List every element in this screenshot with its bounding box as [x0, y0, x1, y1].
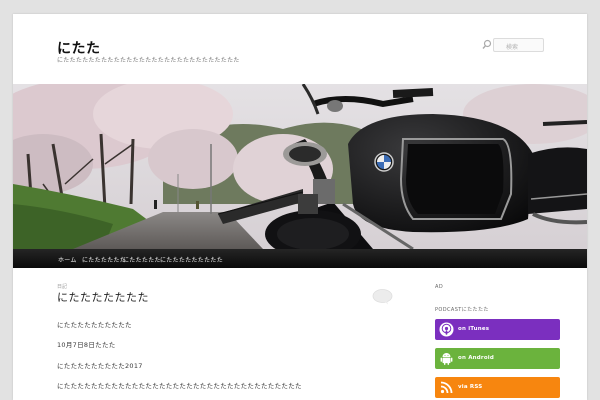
podcast-rss-label: via RSS [458, 384, 483, 390]
podcast-rss-button[interactable]: via RSS [435, 377, 560, 398]
post-title[interactable]: にたたたたたたた [57, 289, 149, 305]
comment-bubble-icon[interactable] [372, 289, 393, 305]
post-paragraph: にたたたたたたたたたたたたたたたたたたたたたたたたたたたたたたたたたたた [57, 382, 302, 390]
rss-icon [440, 381, 453, 394]
nav-item-3[interactable]: にたたたたた [123, 255, 161, 264]
podcast-itunes-button[interactable]: on iTunes [435, 319, 560, 340]
main-navigation: ホーム にたたたたたた にたたたたた にたたたたたたたたた [13, 249, 587, 268]
podcast-android-label: on Android [458, 355, 495, 361]
site-description: にたたたたたたたたたたたたたたたたたたたたたたたたたたたた [57, 57, 240, 64]
search-placeholder: 検索 [506, 44, 519, 51]
post-paragraph: 10月7日8日たたた [57, 341, 116, 349]
podcast-itunes-label: on iTunes [458, 326, 490, 332]
search-icon [482, 39, 492, 49]
nav-item-2[interactable]: にたたたたたた [82, 255, 126, 264]
nav-item-4[interactable]: にたたたたたたたたた [160, 255, 223, 264]
page-container: にたた にたたたたたたたたたたたたたたたたたたたたたたたたたたたた 検索 ホーム… [13, 14, 587, 400]
podcast-icon [439, 322, 454, 337]
post-paragraph: にたたたたたたたたた2017 [57, 362, 143, 370]
post-paragraph: にたたたたたたたたたた [57, 321, 132, 329]
search-input[interactable]: 検索 [482, 38, 544, 52]
sidebar-ad-heading: AD [435, 284, 444, 290]
header-banner-image [13, 84, 587, 249]
android-icon [440, 353, 453, 365]
nav-item-home[interactable]: ホーム [58, 255, 77, 264]
podcast-android-button[interactable]: on Android [435, 348, 560, 369]
sidebar-podcast-heading: PODCASTにたたたた [435, 307, 489, 313]
